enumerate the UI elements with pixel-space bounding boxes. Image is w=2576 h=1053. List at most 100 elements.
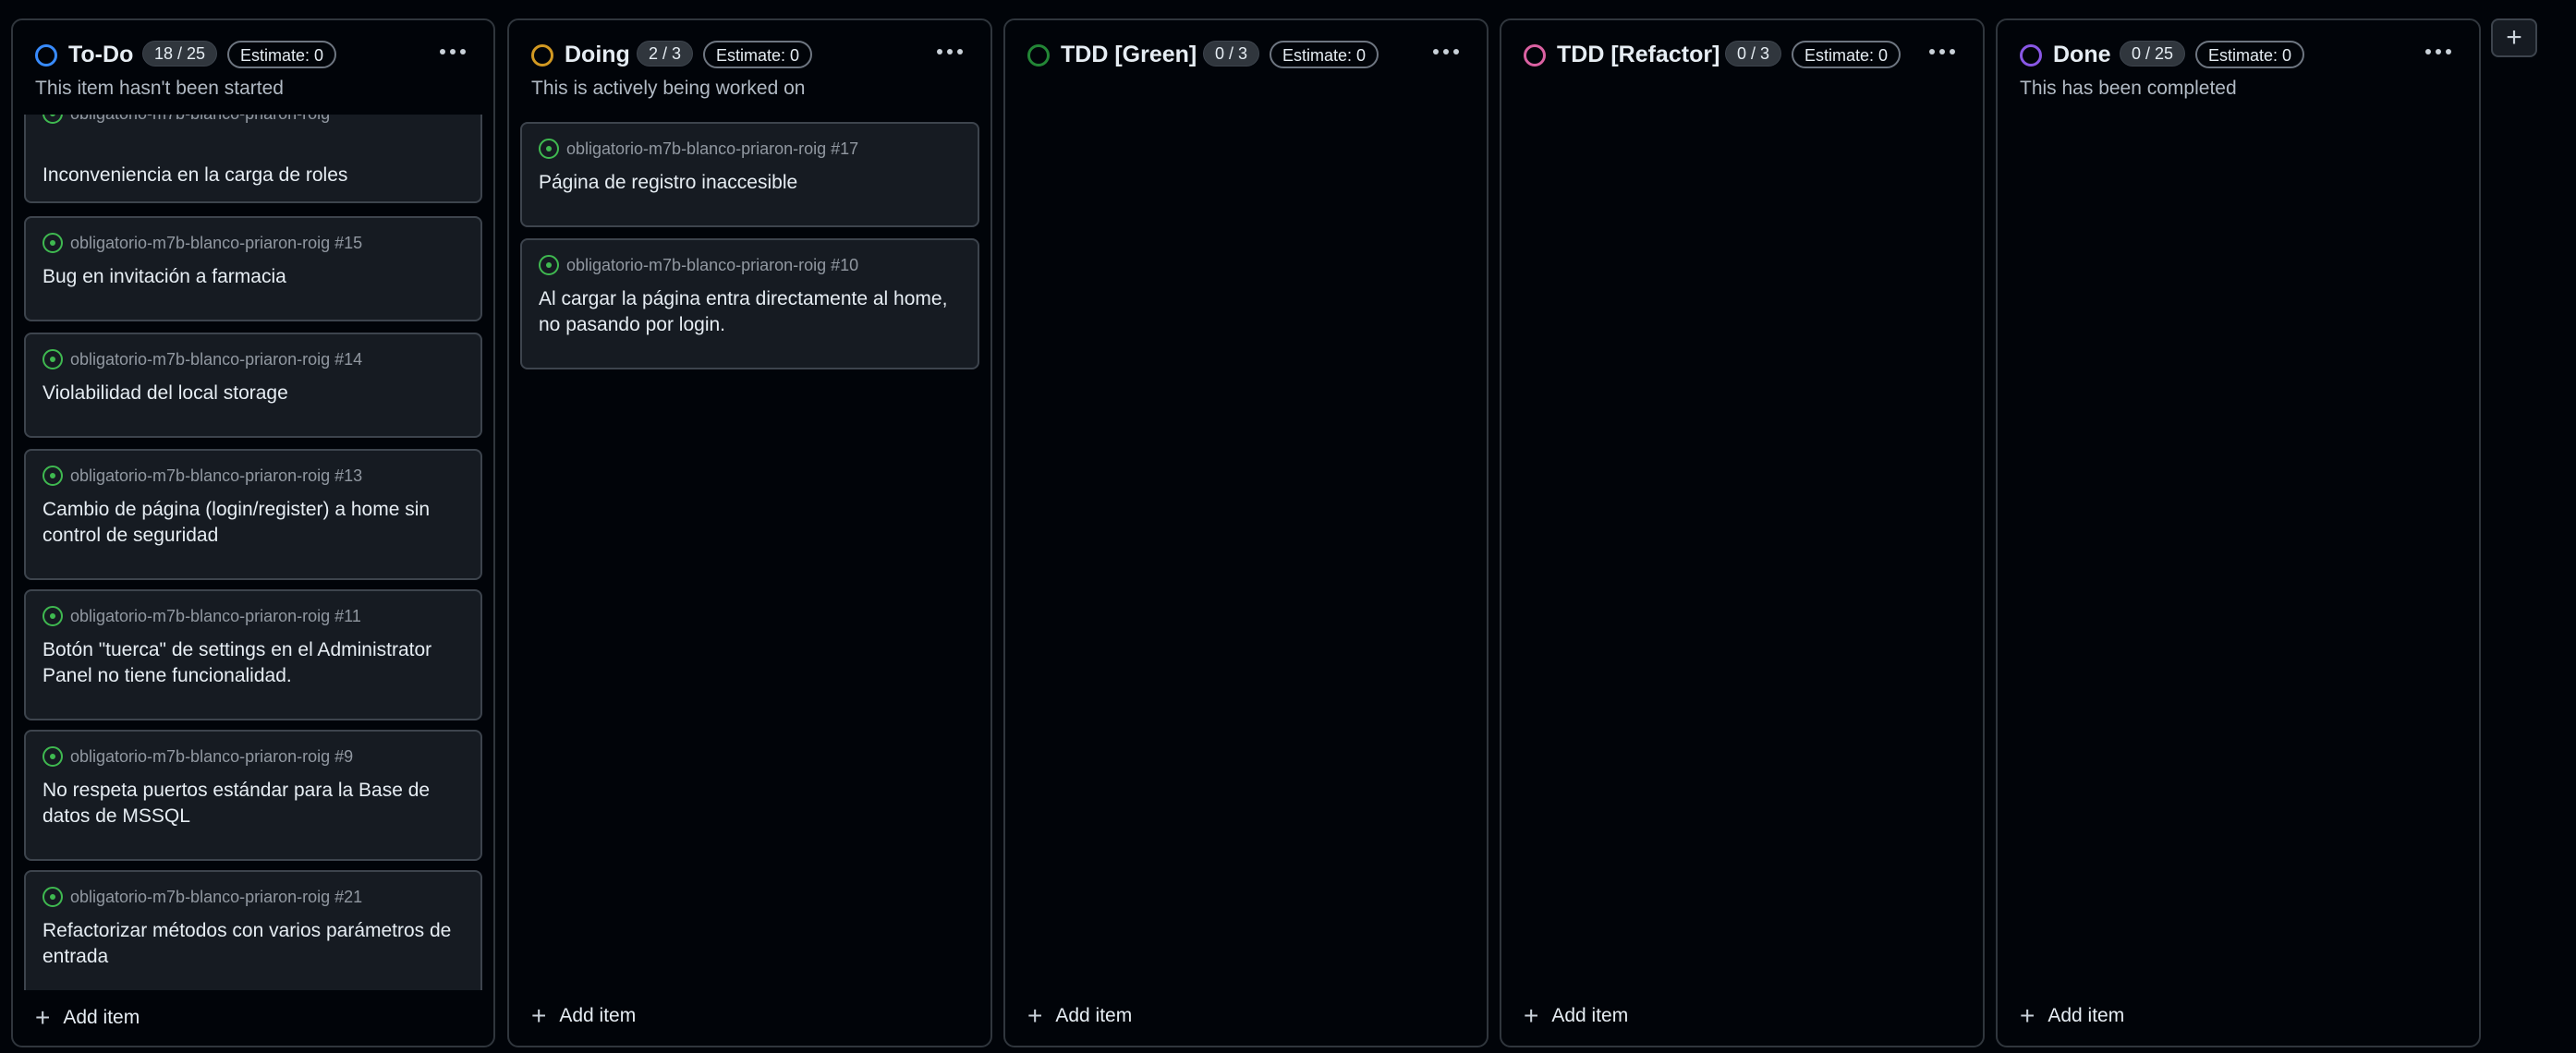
column-header: Doing 2 / 3 Estimate: 0 This is actively… bbox=[509, 20, 990, 113]
card-repo: obligatorio-m7b-blanco-priaron-roig #15 bbox=[43, 233, 362, 253]
card-repo-label[interactable]: obligatorio-m7b-blanco-priaron-roig #21 bbox=[70, 888, 362, 907]
kebab-dot-icon bbox=[2436, 49, 2441, 54]
card-repo: obligatorio-m7b-blanco-priaron-roig #17 bbox=[539, 139, 858, 159]
kebab-dot-icon bbox=[2425, 49, 2431, 54]
status-circle-icon bbox=[1027, 44, 1050, 67]
issue-open-icon bbox=[43, 746, 63, 767]
item-count-badge: 18 / 25 bbox=[142, 41, 218, 67]
plus-icon: + bbox=[2506, 22, 2522, 53]
estimate-badge: Estimate: 0 bbox=[1792, 41, 1902, 68]
card-title[interactable]: Cambio de página (login/register) a home… bbox=[43, 497, 464, 549]
issue-card[interactable]: obligatorio-m7b-blanco-priaron-roig #14 … bbox=[24, 333, 482, 438]
issue-card[interactable]: obligatorio-m7b-blanco-priaron-roig Inco… bbox=[24, 115, 482, 203]
column-tdd-green: TDD [Green] 0 / 3 Estimate: 0 + Add item bbox=[1003, 18, 1488, 1047]
kebab-dot-icon bbox=[1950, 49, 1955, 54]
issue-card[interactable]: obligatorio-m7b-blanco-priaron-roig #21 … bbox=[24, 870, 482, 990]
card-repo-label[interactable]: obligatorio-m7b-blanco-priaron-roig #13 bbox=[70, 466, 362, 486]
kebab-dot-icon bbox=[450, 49, 456, 54]
column-description: This item hasn't been started bbox=[35, 78, 284, 99]
issue-open-icon bbox=[43, 233, 63, 253]
card-list: obligatorio-m7b-blanco-priaron-roig Inco… bbox=[24, 115, 482, 990]
estimate-badge: Estimate: 0 bbox=[2195, 41, 2305, 68]
kebab-dot-icon bbox=[460, 49, 466, 54]
card-repo: obligatorio-m7b-blanco-priaron-roig #21 bbox=[43, 887, 362, 907]
column-header: To-Do 18 / 25 Estimate: 0 This item hasn… bbox=[13, 20, 493, 113]
card-title[interactable]: No respeta puertos estándar para la Base… bbox=[43, 778, 464, 829]
item-count-badge: 0 / 3 bbox=[1725, 41, 1782, 67]
add-item-button[interactable]: + Add item bbox=[1027, 998, 1132, 1035]
issue-card[interactable]: obligatorio-m7b-blanco-priaron-roig #17 … bbox=[520, 122, 979, 227]
plus-icon: + bbox=[531, 1001, 547, 1030]
issue-open-icon bbox=[43, 349, 63, 369]
issue-card[interactable]: obligatorio-m7b-blanco-priaron-roig #11 … bbox=[24, 589, 482, 720]
issue-card[interactable]: obligatorio-m7b-blanco-priaron-roig #13 … bbox=[24, 449, 482, 580]
card-repo: obligatorio-m7b-blanco-priaron-roig #11 bbox=[43, 606, 361, 626]
status-circle-icon bbox=[2020, 44, 2042, 67]
issue-open-icon bbox=[43, 887, 63, 907]
card-title[interactable]: Al cargar la página entra directamente a… bbox=[539, 286, 961, 338]
card-repo-label[interactable]: obligatorio-m7b-blanco-priaron-roig #10 bbox=[566, 256, 858, 275]
column-menu-button[interactable] bbox=[431, 35, 475, 68]
column-header: TDD [Green] 0 / 3 Estimate: 0 bbox=[1005, 20, 1487, 113]
issue-card[interactable]: obligatorio-m7b-blanco-priaron-roig #9 N… bbox=[24, 730, 482, 861]
add-item-button[interactable]: + Add item bbox=[2020, 998, 2124, 1035]
column-title: To-Do bbox=[68, 42, 134, 67]
card-title[interactable]: Refactorizar métodos con varios parámetr… bbox=[43, 918, 464, 970]
kebab-dot-icon bbox=[1443, 49, 1449, 54]
kebab-dot-icon bbox=[2446, 49, 2451, 54]
estimate-badge: Estimate: 0 bbox=[227, 41, 337, 68]
column-menu-button[interactable] bbox=[1920, 35, 1964, 68]
column-title: TDD [Green] bbox=[1061, 42, 1197, 67]
card-repo-label[interactable]: obligatorio-m7b-blanco-priaron-roig #15 bbox=[70, 234, 362, 253]
item-count-badge: 0 / 3 bbox=[1203, 41, 1260, 67]
card-repo-label[interactable]: obligatorio-m7b-blanco-priaron-roig #9 bbox=[70, 747, 353, 767]
card-title[interactable]: Bug en invitación a farmacia bbox=[43, 264, 464, 290]
column-description: This has been completed bbox=[2020, 78, 2237, 99]
issue-open-icon bbox=[539, 255, 559, 275]
column-title: TDD [Refactor] bbox=[1557, 42, 1720, 67]
add-column-button[interactable]: + bbox=[2491, 18, 2537, 57]
status-circle-icon bbox=[1524, 44, 1546, 67]
column-todo: To-Do 18 / 25 Estimate: 0 This item hasn… bbox=[11, 18, 495, 1047]
add-item-label: Add item bbox=[2047, 1005, 2125, 1026]
plus-icon: + bbox=[1027, 1001, 1043, 1030]
column-menu-button[interactable] bbox=[1424, 35, 1468, 68]
card-repo-label[interactable]: obligatorio-m7b-blanco-priaron-roig bbox=[70, 115, 330, 124]
add-item-label: Add item bbox=[559, 1005, 637, 1026]
card-repo: obligatorio-m7b-blanco-priaron-roig #13 bbox=[43, 466, 362, 486]
kebab-dot-icon bbox=[1453, 49, 1459, 54]
issue-open-icon bbox=[43, 606, 63, 626]
card-repo-label[interactable]: obligatorio-m7b-blanco-priaron-roig #14 bbox=[70, 350, 362, 369]
plus-icon: + bbox=[1524, 1001, 1539, 1030]
card-title[interactable]: Botón "tuerca" de settings en el Adminis… bbox=[43, 637, 464, 689]
column-title: Doing bbox=[565, 42, 630, 67]
issue-card[interactable]: obligatorio-m7b-blanco-priaron-roig #15 … bbox=[24, 216, 482, 321]
project-board: To-Do 18 / 25 Estimate: 0 This item hasn… bbox=[0, 0, 2576, 1053]
kebab-dot-icon bbox=[957, 49, 963, 54]
kebab-dot-icon bbox=[947, 49, 953, 54]
status-circle-icon bbox=[531, 44, 553, 67]
add-item-button[interactable]: + Add item bbox=[35, 999, 140, 1036]
column-description: This is actively being worked on bbox=[531, 78, 806, 99]
column-done: Done 0 / 25 Estimate: 0 This has been co… bbox=[1996, 18, 2481, 1047]
estimate-badge: Estimate: 0 bbox=[703, 41, 813, 68]
card-repo-label[interactable]: obligatorio-m7b-blanco-priaron-roig #17 bbox=[566, 139, 858, 159]
kebab-dot-icon bbox=[1929, 49, 1935, 54]
issue-open-icon bbox=[43, 115, 63, 124]
issue-card[interactable]: obligatorio-m7b-blanco-priaron-roig #10 … bbox=[520, 238, 979, 369]
plus-icon: + bbox=[2020, 1001, 2035, 1030]
card-title[interactable]: Inconveniencia en la carga de roles bbox=[43, 163, 464, 188]
add-item-label: Add item bbox=[63, 1007, 140, 1028]
kebab-dot-icon bbox=[1433, 49, 1439, 54]
column-header: Done 0 / 25 Estimate: 0 This has been co… bbox=[1998, 20, 2479, 113]
add-item-label: Add item bbox=[1055, 1005, 1133, 1026]
column-doing: Doing 2 / 3 Estimate: 0 This is actively… bbox=[507, 18, 992, 1047]
add-item-button[interactable]: + Add item bbox=[1524, 998, 1628, 1035]
card-repo-label[interactable]: obligatorio-m7b-blanco-priaron-roig #11 bbox=[70, 607, 361, 626]
card-title[interactable]: Página de registro inaccesible bbox=[539, 170, 961, 196]
add-item-button[interactable]: + Add item bbox=[531, 998, 636, 1035]
column-menu-button[interactable] bbox=[2416, 35, 2461, 68]
card-title[interactable]: Violabilidad del local storage bbox=[43, 381, 464, 406]
column-menu-button[interactable] bbox=[928, 35, 972, 68]
estimate-badge: Estimate: 0 bbox=[1270, 41, 1379, 68]
